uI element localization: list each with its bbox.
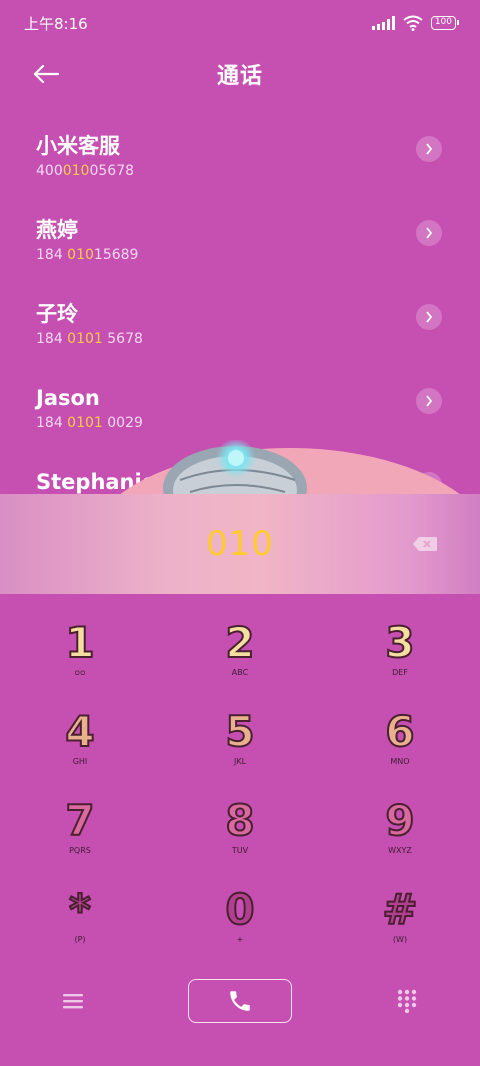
contact-item[interactable]: 燕婷 184 01015689 (0, 202, 480, 286)
chevron-right-icon (426, 311, 433, 323)
dialpad-icon (397, 989, 417, 1014)
status-icons: 100 (371, 15, 460, 31)
key-0[interactable]: 0 + (160, 879, 320, 968)
key-8[interactable]: 8 TUV (160, 790, 320, 879)
key-letters: ᴑᴑ (74, 668, 86, 677)
key-2[interactable]: 2 ABC (160, 612, 320, 701)
key-letters: TUV (231, 846, 249, 855)
key-digit: # (381, 885, 418, 934)
key-letters: DEF (392, 668, 408, 677)
chevron-right-icon (426, 143, 433, 155)
contact-name: Jason (36, 386, 100, 410)
key-letters: MNO (390, 757, 410, 766)
contact-name: 燕婷 (36, 218, 78, 242)
key-digit: 9 (384, 796, 415, 845)
contact-detail-button[interactable] (416, 136, 442, 162)
dial-display: 010 (0, 494, 480, 594)
key-star[interactable]: * (P) (0, 879, 160, 968)
menu-button[interactable] (60, 990, 86, 1012)
chevron-right-icon (426, 227, 433, 239)
contact-number: 184 0101 5678 (36, 331, 143, 347)
wifi-icon (403, 15, 423, 31)
page-title: 通话 (216, 64, 263, 89)
key-digit: * (68, 885, 92, 934)
backspace-icon (413, 537, 437, 551)
key-letters: (P) (74, 935, 86, 944)
battery-icon: 100 (430, 16, 460, 30)
contact-name: 子玲 (36, 302, 78, 326)
chevron-right-icon (426, 395, 433, 407)
contact-detail-button[interactable] (416, 388, 442, 414)
key-digit: 2 (224, 618, 255, 667)
header: 通话 (0, 46, 480, 102)
key-4[interactable]: 4 GHI (0, 701, 160, 790)
key-letters: WXYZ (388, 846, 412, 855)
key-6[interactable]: 6 MNO (320, 701, 480, 790)
dialpad-toggle-button[interactable] (396, 989, 418, 1014)
key-digit: 1 (64, 618, 95, 667)
key-9[interactable]: 9 WXYZ (320, 790, 480, 879)
key-letters: + (236, 935, 244, 944)
key-digit: 5 (224, 707, 255, 756)
contact-detail-button[interactable] (416, 220, 442, 246)
key-digit: 4 (64, 707, 95, 756)
contact-number: 40001005678 (36, 163, 135, 179)
contact-item[interactable]: 子玲 184 0101 5678 (0, 286, 480, 370)
contact-number: 184 01015689 (36, 247, 139, 263)
key-letters: JKL (233, 757, 247, 766)
contact-list: 小米客服 40001005678 燕婷 184 01015689 子玲 184 … (0, 118, 480, 538)
key-digit: 7 (64, 796, 95, 845)
chevron-right-icon (426, 479, 433, 491)
call-button[interactable] (188, 979, 292, 1023)
contact-item[interactable]: Jason 184 0101 0029 (0, 370, 480, 454)
dial-keypad: 1 ᴑᴑ 2 ABC 3 DEF 4 GHI 5 JKL 6 MNO 7 PQR… (0, 612, 480, 968)
key-1[interactable]: 1 ᴑᴑ (0, 612, 160, 701)
status-time: 上午8:16 (24, 14, 88, 33)
key-digit: 8 (224, 796, 255, 845)
arrow-left-icon (33, 65, 59, 83)
key-digit: 0 (224, 885, 255, 934)
dialed-number: 010 (206, 524, 274, 564)
key-digit: 3 (384, 618, 415, 667)
key-letters: (W) (392, 935, 408, 944)
contact-name: 小米客服 (36, 134, 120, 158)
key-digit: 6 (384, 707, 415, 756)
contact-name: Stephanie (36, 470, 156, 494)
key-hash[interactable]: # (W) (320, 879, 480, 968)
contact-number: 184 0101 0029 (36, 415, 143, 431)
key-letters: GHI (72, 757, 88, 766)
bottom-bar (0, 978, 480, 1024)
signal-icon (371, 16, 395, 30)
contact-detail-button[interactable] (416, 304, 442, 330)
phone-icon (230, 991, 250, 1011)
hamburger-icon (63, 994, 83, 1009)
back-button[interactable] (30, 58, 62, 90)
backspace-button[interactable] (412, 536, 438, 552)
key-5[interactable]: 5 JKL (160, 701, 320, 790)
key-7[interactable]: 7 PQRS (0, 790, 160, 879)
key-letters: ABC (231, 668, 249, 677)
status-bar: 上午8:16 100 (0, 0, 480, 46)
contact-item[interactable]: 小米客服 40001005678 (0, 118, 480, 202)
key-letters: PQRS (69, 846, 91, 855)
key-3[interactable]: 3 DEF (320, 612, 480, 701)
